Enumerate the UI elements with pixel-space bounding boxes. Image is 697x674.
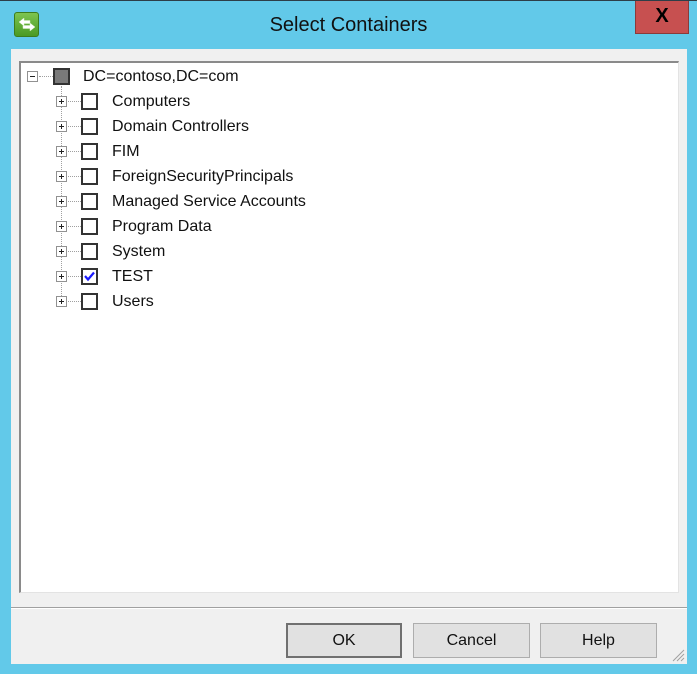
tree-connector — [68, 176, 81, 177]
container-label[interactable]: Users — [112, 293, 154, 311]
container-label[interactable]: Domain Controllers — [112, 118, 249, 136]
tree-connector — [68, 151, 81, 152]
container-label[interactable]: System — [112, 243, 165, 261]
tree-connector — [68, 276, 81, 277]
container-label[interactable]: ForeignSecurityPrincipals — [112, 168, 293, 186]
resize-grip[interactable] — [669, 646, 685, 662]
tree-connector — [68, 201, 81, 202]
tree-connector — [68, 126, 81, 127]
container-checkbox[interactable] — [81, 268, 98, 285]
separator — [11, 607, 687, 609]
expand-toggle[interactable] — [56, 171, 67, 182]
select-containers-dialog: Select Containers X DC=contoso,DC=com Co… — [0, 0, 697, 674]
collapse-toggle[interactable] — [27, 71, 38, 82]
container-label[interactable]: TEST — [112, 268, 153, 286]
expand-toggle[interactable] — [56, 146, 67, 157]
expand-toggle[interactable] — [56, 121, 67, 132]
expand-toggle[interactable] — [56, 221, 67, 232]
expand-toggle[interactable] — [56, 196, 67, 207]
tree-connector — [68, 301, 81, 302]
cancel-button[interactable]: Cancel — [413, 623, 530, 658]
tree-connector — [68, 101, 81, 102]
expand-toggle[interactable] — [56, 246, 67, 257]
expand-toggle[interactable] — [56, 96, 67, 107]
container-checkbox[interactable] — [81, 118, 98, 135]
container-label[interactable]: Program Data — [112, 218, 212, 236]
tree-connector — [61, 86, 62, 298]
help-button[interactable]: Help — [540, 623, 657, 658]
container-checkbox[interactable] — [81, 218, 98, 235]
root-checkbox[interactable] — [53, 68, 70, 85]
container-label[interactable]: FIM — [112, 143, 140, 161]
tree-connector — [68, 226, 81, 227]
dialog-client-area: DC=contoso,DC=com Computers Domain Contro… — [11, 49, 687, 664]
container-checkbox[interactable] — [81, 243, 98, 260]
container-checkbox[interactable] — [81, 143, 98, 160]
ok-button[interactable]: OK — [286, 623, 402, 658]
close-button[interactable]: X — [635, 1, 689, 34]
tree-connector — [39, 76, 53, 77]
checkmark-icon — [84, 271, 95, 282]
container-checkbox[interactable] — [81, 168, 98, 185]
container-checkbox[interactable] — [81, 193, 98, 210]
container-label[interactable]: Computers — [112, 93, 190, 111]
tree-connector — [68, 251, 81, 252]
container-label[interactable]: Managed Service Accounts — [112, 193, 306, 211]
root-label[interactable]: DC=contoso,DC=com — [83, 68, 239, 86]
container-tree[interactable]: DC=contoso,DC=com Computers Domain Contro… — [19, 61, 679, 593]
container-checkbox[interactable] — [81, 93, 98, 110]
expand-toggle[interactable] — [56, 296, 67, 307]
expand-toggle[interactable] — [56, 271, 67, 282]
container-checkbox[interactable] — [81, 293, 98, 310]
window-title: Select Containers — [269, 14, 428, 36]
